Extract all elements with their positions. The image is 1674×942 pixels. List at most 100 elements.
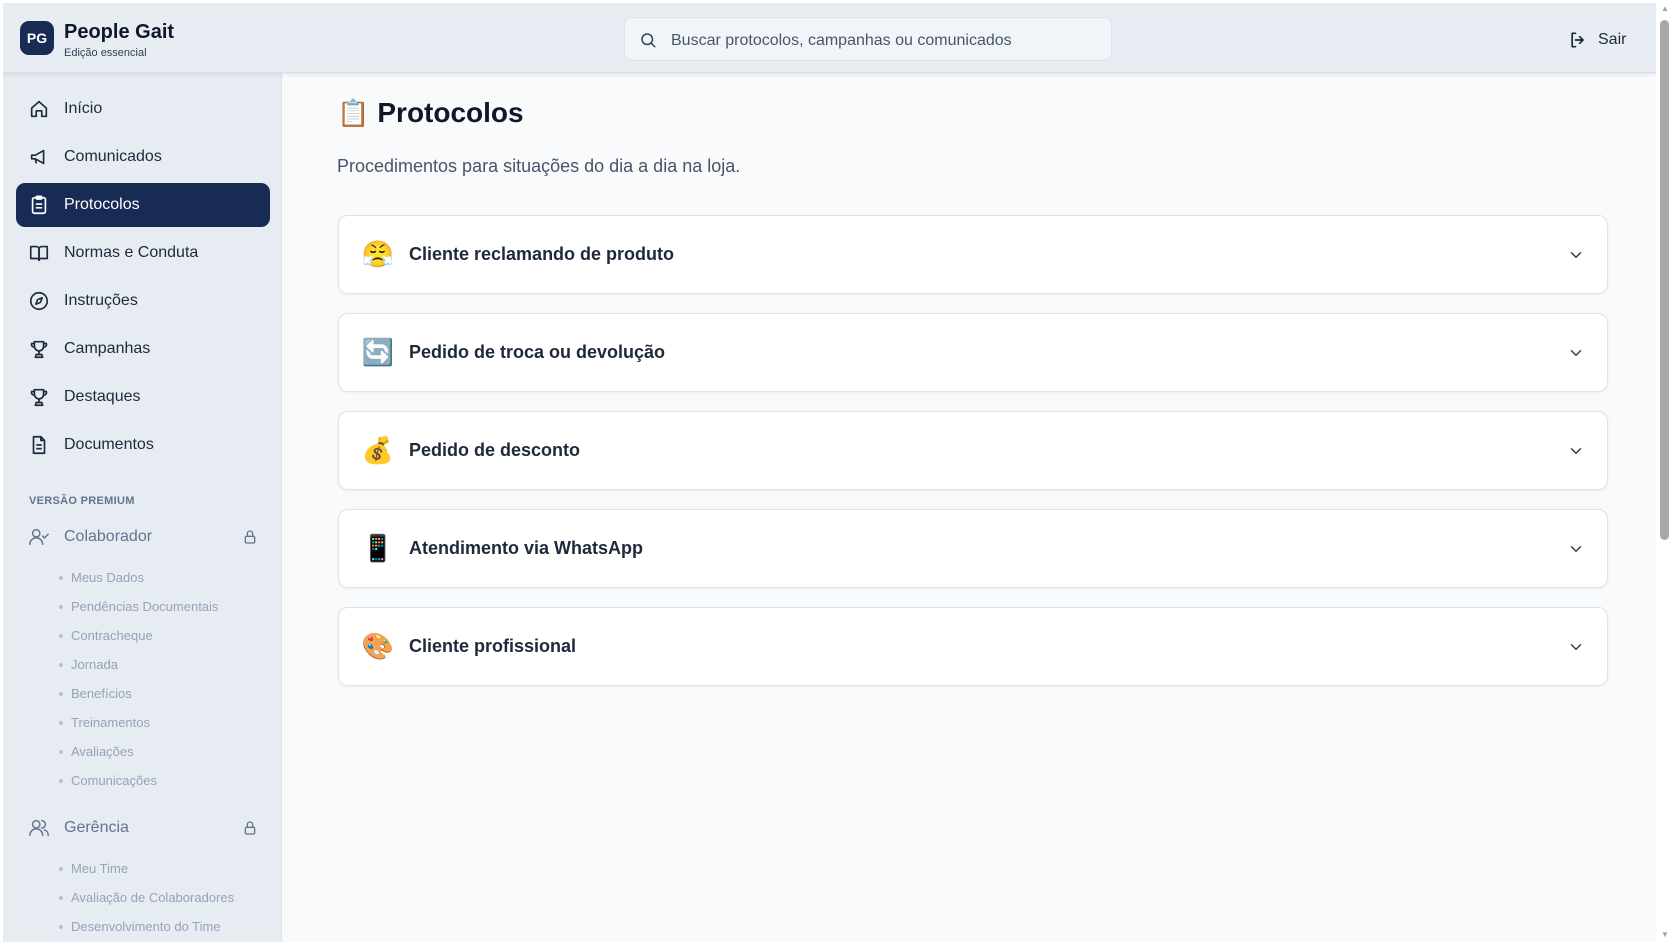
scrollbar-thumb[interactable]: [1660, 20, 1669, 540]
compass-icon: [29, 291, 49, 311]
sidebar-item-destaques[interactable]: Destaques: [16, 375, 270, 419]
page-title-text: Protocolos: [377, 97, 524, 128]
protocol-card-profissional[interactable]: 🎨 Cliente profissional: [338, 607, 1608, 686]
palette-icon: 🎨: [361, 631, 395, 661]
bullet-dot: [59, 895, 63, 900]
sidebar-item-label: Documentos: [64, 436, 154, 453]
premium-subitem-label: Meus Dados: [71, 570, 144, 585]
premium-subitem-label: Desenvolvimento do Time: [71, 919, 221, 934]
book-icon: [29, 245, 49, 262]
premium-subitem-label: Pendências Documentais: [71, 599, 219, 614]
sidebar-item-label: Instruções: [64, 292, 138, 309]
sidebar-item-label: Destaques: [64, 388, 141, 405]
sidebar-item-comunicados[interactable]: Comunicados: [16, 135, 270, 179]
users-icon: [29, 819, 49, 837]
app-name: People Gait: [64, 21, 175, 43]
premium-subitem[interactable]: Contracheque: [59, 628, 153, 643]
top-header: PG People Gait Edição essencial Buscar p…: [3, 3, 1656, 73]
main-content: 📋 Protocolos Procedimentos para situaçõe…: [283, 73, 1656, 942]
search-icon: [641, 33, 656, 48]
premium-subitem[interactable]: Treinamentos: [59, 715, 150, 730]
premium-subitem[interactable]: Jornada: [59, 657, 118, 672]
bullet-dot: [59, 924, 63, 929]
protocol-card-troca[interactable]: 🔄 Pedido de troca ou devolução: [338, 313, 1608, 392]
premium-group-gerencia[interactable]: Gerência: [16, 810, 270, 846]
sidebar-item-label: Início: [64, 100, 103, 117]
mobile-phone-icon: 📱: [361, 533, 395, 563]
clipboard-emoji-icon: 📋: [337, 97, 370, 128]
logout-button[interactable]: Sair: [1568, 29, 1626, 51]
premium-subitem-label: Comunicações: [71, 773, 157, 788]
bullet-dot: [59, 662, 63, 667]
document-icon: [32, 435, 46, 455]
premium-subitem[interactable]: Desenvolvimento do Time: [59, 919, 221, 934]
premium-subitem[interactable]: Avaliações: [59, 744, 134, 759]
premium-subitem-label: Avaliações: [71, 744, 134, 759]
premium-subitem[interactable]: Pendências Documentais: [59, 599, 218, 614]
sidebar-item-normas[interactable]: Normas e Conduta: [16, 231, 270, 275]
scroll-up-arrow-icon[interactable]: ▲: [1660, 4, 1670, 13]
chevron-down-icon[interactable]: [1567, 442, 1585, 460]
protocol-card-whatsapp[interactable]: 📱 Atendimento via WhatsApp: [338, 509, 1608, 588]
premium-group-label: Gerência: [64, 819, 129, 836]
premium-subitem-label: Jornada: [71, 657, 118, 672]
lock-icon: [244, 530, 256, 544]
sidebar: Início Comunicados Protocolos Normas e C…: [3, 73, 282, 942]
premium-subitem[interactable]: Meu Time: [59, 861, 128, 876]
premium-group-label: Colaborador: [64, 528, 153, 545]
premium-subitem[interactable]: Comunicações: [59, 773, 157, 788]
bullet-dot: [59, 633, 63, 638]
sidebar-item-inicio[interactable]: Início: [16, 87, 270, 131]
protocol-title: Cliente reclamando de produto: [409, 244, 675, 264]
chevron-down-icon[interactable]: [1567, 344, 1585, 362]
sidebar-item-protocolos[interactable]: Protocolos: [16, 183, 270, 227]
page-title: 📋 Protocolos: [337, 97, 524, 129]
trophy-icon: [30, 340, 48, 359]
sidebar-item-label: Campanhas: [64, 340, 151, 357]
page-description: Procedimentos para situações do dia a di…: [337, 156, 741, 176]
bullet-dot: [59, 720, 63, 725]
premium-subitem[interactable]: Meus Dados: [59, 570, 144, 585]
user-check-icon: [29, 528, 49, 546]
premium-subitem-label: Benefícios: [71, 686, 132, 701]
sidebar-item-instrucoes[interactable]: Instruções: [16, 279, 270, 323]
sidebar-item-label: Normas e Conduta: [64, 244, 199, 261]
logo-badge[interactable]: PG: [20, 21, 54, 55]
page-scrollbar[interactable]: ▲ ▼: [1656, 0, 1674, 942]
protocol-title: Atendimento via WhatsApp: [409, 538, 644, 558]
sidebar-item-documentos[interactable]: Documentos: [16, 423, 270, 467]
premium-section-label: VERSÃO PREMIUM: [29, 495, 135, 507]
lock-icon: [244, 821, 256, 835]
protocol-title: Pedido de desconto: [409, 440, 581, 460]
premium-subitem-label: Meu Time: [71, 861, 129, 876]
protocol-card-reclamacao[interactable]: 😤 Cliente reclamando de produto: [338, 215, 1608, 294]
bullet-dot: [59, 866, 63, 871]
protocol-title: Pedido de troca ou devolução: [409, 342, 666, 362]
money-bag-icon: 💰: [361, 435, 395, 465]
logout-label: Sair: [1598, 31, 1627, 48]
premium-subitem[interactable]: Avaliação de Colaboradores: [59, 890, 234, 905]
sidebar-item-campanhas[interactable]: Campanhas: [16, 327, 270, 371]
trophy-icon: [30, 388, 48, 407]
sidebar-item-label: Protocolos: [64, 196, 140, 213]
bullet-dot: [59, 604, 63, 609]
sidebar-item-label: Comunicados: [64, 148, 162, 165]
premium-subitem-label: Contracheque: [71, 628, 153, 643]
arrows-cycle-icon: 🔄: [361, 337, 395, 367]
scroll-down-arrow-icon[interactable]: ▼: [1660, 930, 1670, 939]
chevron-down-icon[interactable]: [1567, 246, 1585, 264]
premium-subitem[interactable]: Benefícios: [59, 686, 132, 701]
edition-label: Edição essencial: [64, 47, 147, 59]
search-bar[interactable]: Buscar protocolos, campanhas ou comunica…: [624, 17, 1112, 61]
protocol-card-desconto[interactable]: 💰 Pedido de desconto: [338, 411, 1608, 490]
premium-group-colaborador[interactable]: Colaborador: [16, 519, 270, 555]
chevron-down-icon[interactable]: [1567, 540, 1585, 558]
logout-icon: [1571, 32, 1584, 48]
bullet-dot: [59, 749, 63, 754]
premium-subitem-label: Treinamentos: [71, 715, 150, 730]
search-input[interactable]: Buscar protocolos, campanhas ou comunica…: [671, 32, 1012, 50]
app-window: PG People Gait Edição essencial Buscar p…: [3, 3, 1656, 942]
protocol-title: Cliente profissional: [409, 636, 577, 656]
chevron-down-icon[interactable]: [1567, 638, 1585, 656]
bullet-dot: [59, 575, 63, 580]
